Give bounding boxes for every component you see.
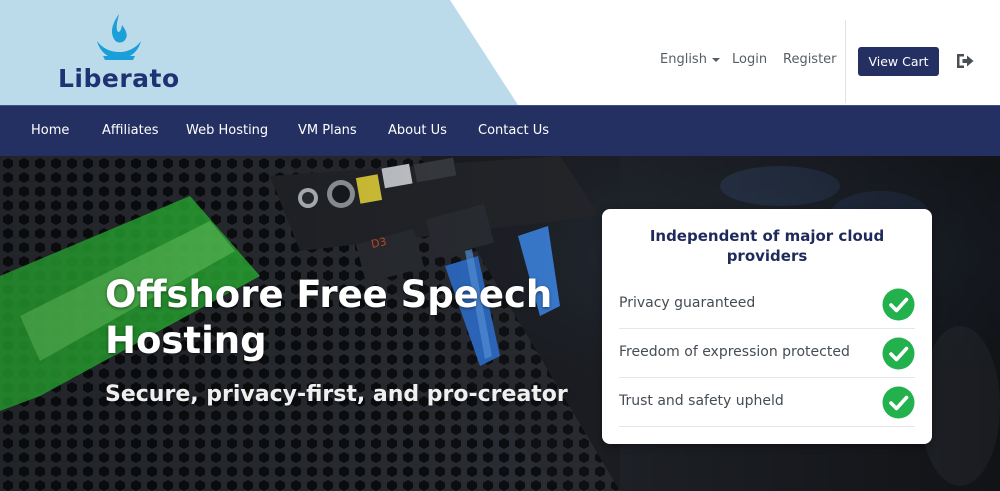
feature-label: Privacy guaranteed [619,295,756,311]
nav-item-about-us[interactable]: About Us [388,123,447,138]
check-circle-icon [882,337,915,370]
features-card: Independent of major cloud providers Pri… [602,209,932,444]
hero-subtitle: Secure, privacy-first, and pro-creator [105,382,568,407]
logo-wordmark[interactable]: Liberato [58,64,180,93]
check-circle-icon [882,288,915,321]
feature-label: Trust and safety upheld [619,393,784,409]
language-selector[interactable]: English [660,52,720,67]
site-header: Liberato English Login Register View Car… [0,0,1000,105]
register-link[interactable]: Register [783,52,837,67]
feature-row: Privacy guaranteed [619,280,915,329]
nav-item-home[interactable]: Home [31,123,69,138]
features-card-title: Independent of major cloud providers [649,227,885,265]
nav-item-vm-plans[interactable]: VM Plans [298,123,357,138]
flame-logo-icon [97,14,141,60]
nav-item-affiliates[interactable]: Affiliates [102,123,159,138]
header-divider [845,20,846,103]
nav-item-web-hosting[interactable]: Web Hosting [186,123,268,138]
nav-item-contact-us[interactable]: Contact Us [478,123,549,138]
feature-row: Trust and safety upheld [619,378,915,427]
main-nav: Home Affiliates Web Hosting VM Plans Abo… [0,105,1000,156]
logout-icon[interactable] [955,51,975,71]
language-label: English [660,52,707,67]
login-link[interactable]: Login [732,52,767,67]
view-cart-button[interactable]: View Cart [858,47,939,76]
feature-label: Freedom of expression protected [619,344,850,360]
caret-down-icon [711,57,720,62]
check-circle-icon [882,386,915,419]
hero-title: Offshore Free Speech Hosting [105,273,553,362]
feature-row: Freedom of expression protected [619,329,915,378]
